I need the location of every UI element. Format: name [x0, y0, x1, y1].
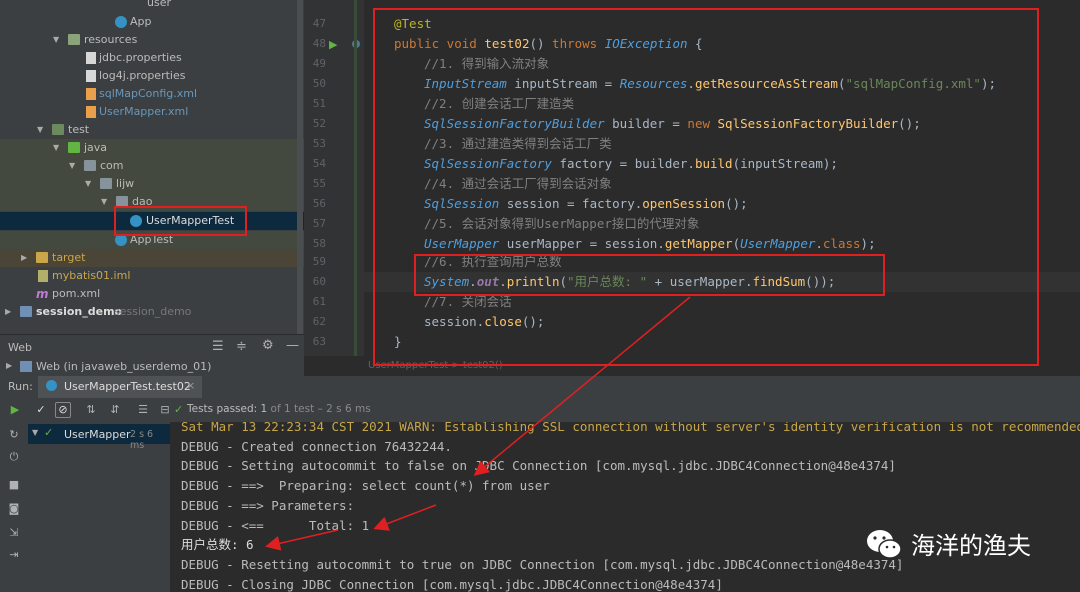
- arrow-to-result: [265, 529, 339, 551]
- annotation-arrows: [265, 296, 691, 551]
- watermark-text: 海洋的渔夫: [911, 532, 1031, 560]
- arrow-to-preparing: [473, 296, 691, 476]
- arrow-to-total: [373, 504, 437, 531]
- wechat-icon: [864, 524, 904, 564]
